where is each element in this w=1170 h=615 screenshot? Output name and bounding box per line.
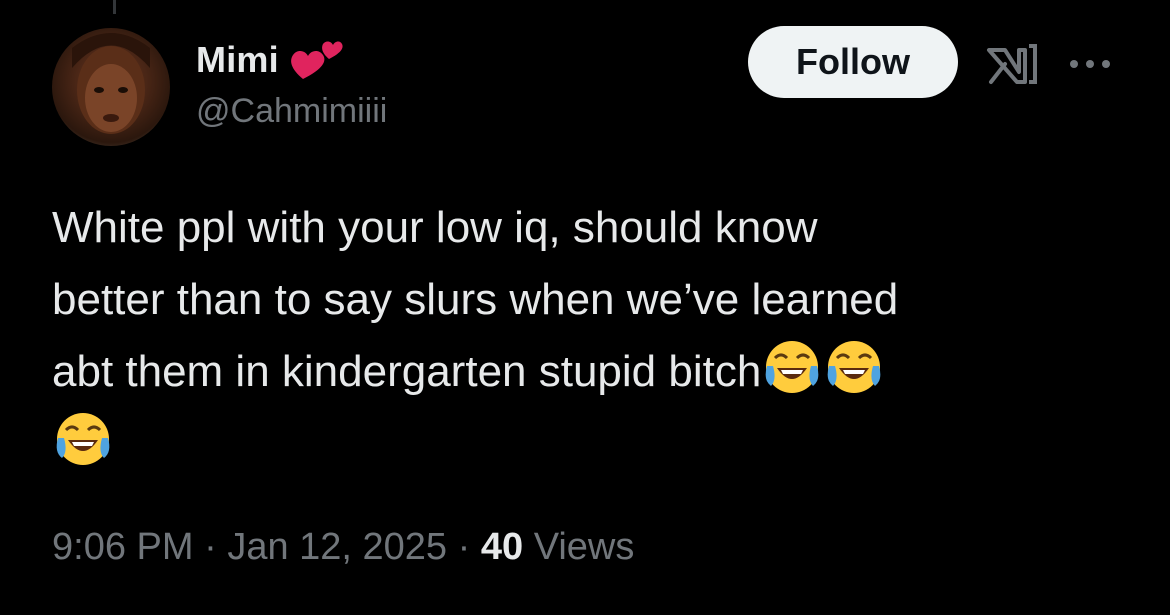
tweet-text-line-1: White ppl with your low iq, should know <box>52 203 818 252</box>
tweet-text: White ppl with your low iq, should know … <box>52 192 1132 480</box>
separator: · <box>457 526 471 568</box>
author-handle[interactable]: @Cahmimiiii <box>196 92 387 131</box>
two-hearts-icon <box>290 41 343 79</box>
views-label[interactable]: Views <box>534 526 635 568</box>
follow-button[interactable]: Follow <box>748 26 958 98</box>
avatar[interactable] <box>52 28 170 146</box>
views-count[interactable]: 40 <box>481 526 523 568</box>
tweet-time[interactable]: 9:06 PM <box>52 526 194 568</box>
tweet-text-line-3: abt them in kindergarten stupid bitch <box>52 347 762 396</box>
author-name-row[interactable]: Mimi <box>196 32 345 88</box>
tweet-date[interactable]: Jan 12, 2025 <box>227 526 447 568</box>
grok-icon[interactable] <box>985 42 1039 88</box>
more-options-icon[interactable] <box>1066 54 1114 74</box>
separator: · <box>204 526 217 568</box>
tweet-metadata: 9:06 PM · Jan 12, 2025 · 40 Views <box>52 526 634 569</box>
face-with-tears-of-joy-icon <box>56 413 110 465</box>
display-name[interactable]: Mimi <box>196 39 279 81</box>
thread-connector-line <box>113 0 116 14</box>
face-with-tears-of-joy-icon <box>827 341 881 393</box>
tweet-text-line-2: better than to say slurs when we’ve lear… <box>52 275 899 324</box>
face-with-tears-of-joy-icon <box>765 341 819 393</box>
